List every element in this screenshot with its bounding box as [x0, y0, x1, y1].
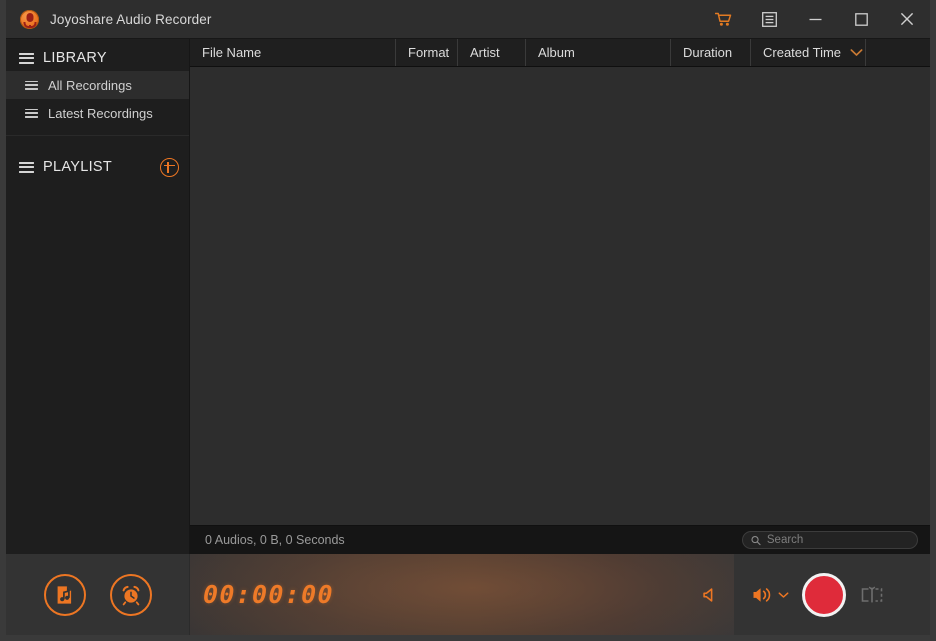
column-header-duration[interactable]: Duration [670, 39, 750, 66]
column-header-created-time-label: Created Time [763, 45, 842, 60]
status-summary: 0 Audios, 0 B, 0 Seconds [205, 533, 345, 547]
scheduler-button[interactable] [109, 573, 152, 616]
sidebar-item-latest-recordings[interactable]: Latest Recordings [6, 99, 189, 127]
close-icon [900, 12, 914, 26]
speaker-mute-icon [703, 587, 713, 602]
trim-button[interactable] [855, 578, 889, 612]
volume-button[interactable] [740, 586, 800, 604]
search-icon [751, 535, 761, 545]
transport-bar: 00:00:00 [6, 554, 930, 635]
search-box[interactable] [742, 531, 918, 549]
playlist-menu-icon [19, 161, 34, 173]
sidebar-divider [6, 135, 189, 136]
menu-list-icon [761, 11, 777, 27]
column-header-created-time[interactable]: Created Time [750, 39, 865, 66]
record-button[interactable] [802, 572, 846, 617]
library-menu-icon [19, 52, 34, 64]
speaker-waves-icon [753, 587, 770, 602]
app-window: Joyoshare Audio Recorder LIBRARY All Rec… [0, 0, 936, 641]
add-playlist-button[interactable] [160, 157, 179, 177]
column-header-format[interactable]: Format [395, 39, 457, 66]
body-row: LIBRARY All Recordings Latest Recordings… [6, 39, 930, 554]
recording-timer: 00:00:00 [203, 580, 334, 609]
menu-button[interactable] [746, 0, 792, 38]
shopping-cart-icon [714, 12, 731, 26]
sidebar-empty-space [6, 180, 189, 554]
chevron-down-icon [778, 591, 788, 598]
main-panel: File Name Format Artist Album Duration C… [190, 39, 930, 554]
mute-button[interactable] [701, 586, 718, 603]
sidebar: LIBRARY All Recordings Latest Recordings… [6, 39, 190, 554]
search-input[interactable] [766, 534, 909, 546]
title-bar-left: Joyoshare Audio Recorder [6, 9, 700, 29]
maximize-button[interactable] [838, 0, 884, 38]
sidebar-item-label: All Recordings [48, 77, 132, 93]
window-title: Joyoshare Audio Recorder [50, 11, 212, 27]
shopping-cart-button[interactable] [700, 0, 746, 38]
audio-library-button[interactable] [43, 573, 86, 616]
column-header-file-name[interactable]: File Name [190, 39, 395, 66]
list-icon [25, 80, 38, 90]
status-bar: 0 Audios, 0 B, 0 Seconds [190, 525, 930, 554]
column-header-artist[interactable]: Artist [457, 39, 525, 66]
playlist-section-label: PLAYLIST [43, 159, 113, 175]
title-bar-controls [700, 0, 930, 38]
microphone-app-icon [20, 9, 39, 29]
close-button[interactable] [884, 0, 930, 38]
list-icon [25, 108, 38, 118]
transport-left [6, 554, 190, 635]
minimize-button[interactable] [792, 0, 838, 38]
maximize-icon [854, 12, 868, 26]
minimize-icon [809, 18, 821, 20]
title-bar: Joyoshare Audio Recorder [6, 0, 930, 39]
trim-split-icon [861, 586, 883, 602]
sidebar-section-library[interactable]: LIBRARY [6, 45, 189, 71]
column-header-spacer [865, 39, 930, 66]
timer-panel: 00:00:00 [190, 554, 734, 635]
column-header-album[interactable]: Album [525, 39, 670, 66]
transport-right [734, 554, 930, 635]
sidebar-item-all-recordings[interactable]: All Recordings [6, 71, 189, 99]
library-section-label: LIBRARY [43, 50, 107, 66]
music-file-icon [57, 585, 71, 604]
table-header: File Name Format Artist Album Duration C… [190, 39, 930, 67]
recordings-list[interactable] [190, 67, 930, 525]
sidebar-item-label: Latest Recordings [48, 105, 153, 121]
sidebar-section-playlist[interactable]: PLAYLIST [6, 154, 189, 180]
alarm-clock-icon [122, 585, 139, 605]
chevron-down-icon [850, 49, 863, 56]
